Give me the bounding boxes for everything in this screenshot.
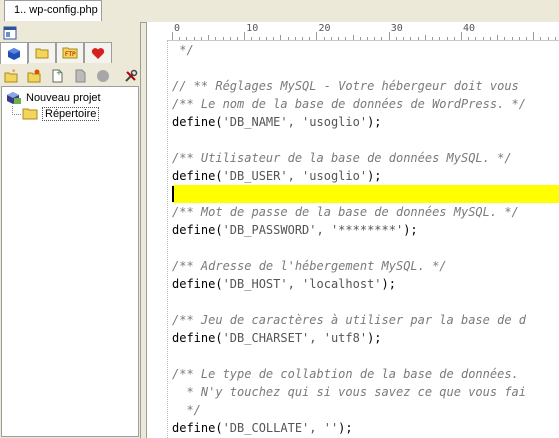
tools-icon[interactable]: [124, 69, 138, 83]
code-args: 'DB_NAME', 'usoglio': [222, 115, 368, 129]
tree-item-label: Répertoire: [42, 107, 100, 121]
code-args: 'DB_PASSWORD', '********': [222, 223, 404, 237]
tab-favorites[interactable]: [84, 42, 112, 63]
new-folder-icon[interactable]: *: [4, 69, 18, 83]
code-line[interactable]: /** Utilisateur de la base de données My…: [172, 149, 512, 167]
code-area[interactable]: */ // ** Réglages MySQL - Votre hébergeur…: [172, 40, 559, 438]
stop-icon[interactable]: [96, 69, 110, 83]
ruler-number: 10: [246, 23, 259, 34]
code-line[interactable]: /** Jeu de caractères à utiliser par la …: [172, 311, 526, 329]
code-terminator: );: [403, 223, 418, 237]
tab-ftp[interactable]: FTP: [56, 42, 84, 63]
panel-tabs: FTP: [0, 42, 141, 64]
code-args: 'DB_COLLATE', '': [222, 421, 339, 435]
code-editor[interactable]: 0 10 20 30 40 */ // ** Réglages MySQL - Votre…: [146, 22, 559, 438]
code-keyword: define(: [172, 421, 223, 435]
cube-icon: [8, 47, 20, 60]
code-line[interactable]: define('DB_COLLATE', '');: [172, 419, 353, 437]
current-line-highlight: [172, 185, 559, 203]
code-line[interactable]: /** Mot de passe de la base de données M…: [172, 203, 519, 221]
code-keyword: define(: [172, 331, 223, 345]
folder-icon: [22, 108, 38, 120]
editor-gutter: [147, 40, 168, 438]
remove-file-icon[interactable]: [73, 69, 87, 83]
add-file-icon[interactable]: +: [50, 69, 64, 83]
code-line[interactable]: */: [172, 401, 201, 419]
tab-label: 1.. wp-config.php: [14, 4, 98, 16]
text-caret: [172, 186, 174, 202]
code-line[interactable]: /** Le nom de la base de données de Word…: [172, 95, 526, 113]
code-args: 'DB_CHARSET', 'utf8': [222, 331, 368, 345]
svg-text:+: +: [56, 69, 62, 77]
code-line[interactable]: /** Adresse de l'hébergement MySQL. */: [172, 257, 447, 275]
code-line[interactable]: define('DB_NAME', 'usoglio');: [172, 113, 382, 131]
new-project-folder-icon[interactable]: [27, 69, 41, 83]
ftp-icon: FTP: [62, 47, 78, 59]
code-comment: * N'y touchez qui si vous savez ce que v…: [172, 385, 527, 399]
project-panel: FTP * + Nouveau projet Répertoire: [0, 22, 141, 438]
tree-item-label: Nouveau projet: [26, 92, 101, 104]
code-terminator: );: [367, 115, 382, 129]
code-terminator: );: [338, 421, 353, 435]
code-line[interactable]: define('DB_HOST', 'localhost');: [172, 275, 396, 293]
code-comment: */: [172, 43, 194, 57]
code-args: 'DB_HOST', 'localhost': [222, 277, 382, 291]
column-ruler: 0 10 20 30 40: [167, 22, 559, 41]
svg-text:FTP: FTP: [65, 51, 76, 58]
ruler-tick: [388, 32, 390, 40]
code-keyword: define(: [172, 115, 223, 129]
code-comment: /** Utilisateur de la base de données My…: [172, 151, 512, 165]
code-comment: /** Le nom de la base de données de Word…: [172, 97, 527, 111]
code-comment: /** Jeu de caractères à utiliser par la …: [172, 313, 527, 327]
heart-icon: [91, 47, 105, 59]
code-line[interactable]: define('DB_CHARSET', 'utf8');: [172, 329, 382, 347]
ruler-number: 20: [318, 23, 331, 34]
tree-item-folder[interactable]: Répertoire: [12, 106, 100, 122]
code-comment: /** Adresse de l'hébergement MySQL. */: [172, 259, 447, 273]
folder-icon: [35, 48, 49, 59]
ruler-tick: [460, 32, 462, 40]
project-icon: [7, 92, 21, 104]
code-line[interactable]: define('DB_USER', 'usoglio');: [172, 167, 382, 185]
tab-wp-config[interactable]: 1.. wp-config.php: [4, 0, 102, 21]
ruler-tick: [244, 32, 246, 40]
code-terminator: );: [367, 169, 382, 183]
code-line[interactable]: define('DB_PASSWORD', '********');: [172, 221, 418, 239]
code-comment: /** Le type de collabtion de la base de …: [172, 367, 519, 381]
panel-toolbar: * +: [0, 66, 141, 86]
tab-folders[interactable]: [28, 42, 56, 63]
code-comment: /** Mot de passe de la base de données M…: [172, 205, 519, 219]
code-terminator: );: [367, 331, 382, 345]
code-line[interactable]: // ** Réglages MySQL - Votre hébergeur d…: [172, 77, 519, 95]
ruler-number: 30: [390, 23, 403, 34]
ruler-number: 0: [174, 23, 181, 34]
ruler-number: 40: [462, 23, 475, 34]
tab-project[interactable]: [0, 42, 28, 64]
code-line[interactable]: */: [172, 41, 194, 59]
code-line[interactable]: * N'y touchez qui si vous savez ce que v…: [172, 383, 526, 401]
code-comment: // ** Réglages MySQL - Votre hébergeur d…: [172, 79, 519, 93]
window-icon[interactable]: [3, 26, 17, 40]
code-keyword: define(: [172, 277, 223, 291]
svg-text:*: *: [12, 69, 16, 76]
ruler-tick: [316, 32, 318, 40]
code-comment: */: [172, 403, 201, 417]
code-line[interactable]: /** Le type de collabtion de la base de …: [172, 365, 519, 383]
code-terminator: );: [381, 277, 396, 291]
ruler-tick: [533, 32, 535, 40]
project-tree: Nouveau projet Répertoire: [1, 86, 139, 437]
tree-connector: [12, 106, 21, 115]
code-args: 'DB_USER', 'usoglio': [222, 169, 368, 183]
code-keyword: define(: [172, 169, 223, 183]
code-keyword: define(: [172, 223, 223, 237]
document-tab-bar: 1.. wp-config.php: [0, 0, 559, 23]
ruler-tick: [172, 32, 173, 40]
tree-item-project[interactable]: Nouveau projet: [6, 90, 101, 106]
